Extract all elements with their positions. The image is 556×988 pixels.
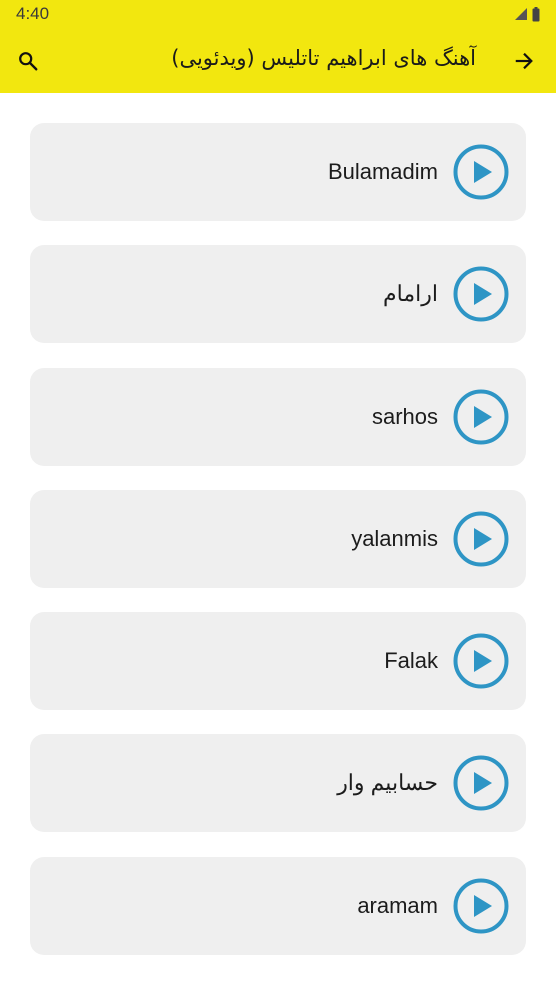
play-icon[interactable] bbox=[453, 878, 509, 934]
search-button[interactable] bbox=[12, 45, 44, 77]
song-item[interactable]: ارامام bbox=[30, 245, 526, 344]
song-item[interactable]: yalanmis bbox=[30, 489, 526, 588]
status-icons bbox=[514, 6, 540, 22]
arrow-forward-icon bbox=[515, 52, 533, 70]
app-bar: آهنگ های ابراهیم تاتلیس (ویدئویی) bbox=[0, 29, 556, 93]
play-icon[interactable] bbox=[453, 633, 509, 689]
battery-icon bbox=[532, 6, 540, 21]
song-item[interactable]: aramam bbox=[30, 856, 526, 955]
song-item[interactable]: Falak bbox=[30, 612, 526, 711]
song-item[interactable]: sarhos bbox=[30, 367, 526, 466]
play-icon[interactable] bbox=[453, 755, 509, 811]
song-title: yalanmis bbox=[351, 525, 438, 551]
song-item[interactable]: حسابیم وار bbox=[30, 734, 526, 833]
page-title: آهنگ های ابراهیم تاتلیس (ویدئویی) bbox=[171, 46, 476, 70]
song-title: Bulamadim bbox=[327, 159, 438, 184]
play-icon[interactable] bbox=[453, 389, 509, 445]
play-icon[interactable] bbox=[453, 144, 509, 200]
back-button[interactable] bbox=[508, 45, 540, 77]
play-icon[interactable] bbox=[453, 511, 509, 567]
status-bar: 4:40 bbox=[0, 0, 556, 29]
song-title: حسابیم وار bbox=[337, 770, 438, 796]
play-icon[interactable] bbox=[453, 266, 509, 322]
cell-signal-icon bbox=[515, 8, 527, 20]
song-list: Bulamadim ارامام sarhos yalanmis Falak ح… bbox=[30, 123, 526, 979]
song-title: sarhos bbox=[371, 403, 438, 429]
status-time: 4:40 bbox=[16, 4, 50, 23]
search-icon bbox=[19, 52, 38, 71]
song-title: ارامام bbox=[383, 281, 438, 307]
song-title: aramam bbox=[357, 892, 438, 918]
song-item[interactable]: Bulamadim bbox=[30, 123, 526, 221]
song-title: Falak bbox=[384, 648, 438, 674]
